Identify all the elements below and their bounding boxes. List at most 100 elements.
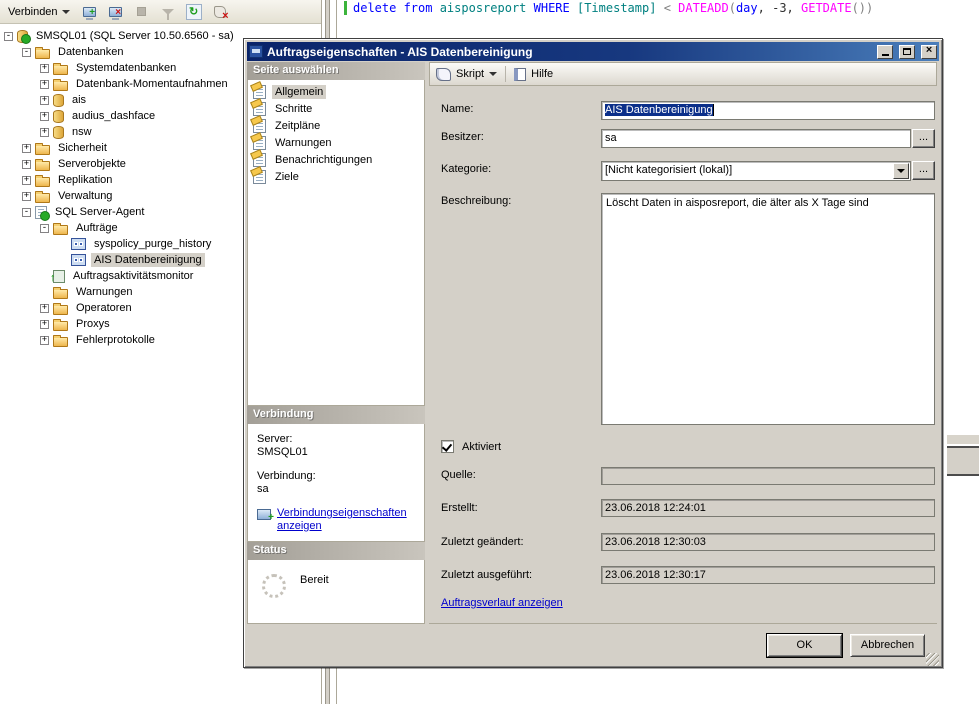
tree-item-label: AIS Datenbereinigung xyxy=(91,253,205,267)
connect-icon: + xyxy=(83,7,96,17)
category-label: Kategorie: xyxy=(441,163,491,175)
expand-icon[interactable]: + xyxy=(40,304,49,313)
tree-item-label: Auftragsaktivitätsmonitor xyxy=(70,269,196,283)
close-icon: × xyxy=(926,46,933,57)
page-item-zeitpl-ne[interactable]: Zeitpläne xyxy=(248,117,424,134)
dialog-title: Auftragseigenschaften - AIS Datenbereini… xyxy=(267,45,871,59)
connect-server-button[interactable]: + xyxy=(80,3,100,21)
connection-label: Verbindung: xyxy=(257,470,424,483)
script-icon xyxy=(436,68,451,81)
expand-icon[interactable]: + xyxy=(22,192,31,201)
toolbar-separator xyxy=(505,66,506,82)
close-button[interactable]: × xyxy=(921,45,937,59)
script-button[interactable]: Skript xyxy=(456,68,484,80)
db-icon xyxy=(53,110,64,123)
collapse-icon[interactable]: - xyxy=(22,208,31,217)
folder-icon xyxy=(53,337,68,347)
expand-icon[interactable]: + xyxy=(40,64,49,73)
category-select[interactable]: [Nicht kategorisiert (lokal)] xyxy=(601,161,911,181)
disconnect-server-button[interactable]: × xyxy=(106,3,126,21)
expand-icon[interactable]: + xyxy=(40,320,49,329)
job-history-link[interactable]: Auftragsverlauf anzeigen xyxy=(441,597,563,609)
agent-icon xyxy=(35,206,47,219)
dialog-content: Skript Hilfe Name: AIS Datenbereinigung … xyxy=(429,62,937,624)
resize-grip[interactable] xyxy=(926,653,939,666)
help-icon xyxy=(514,68,526,81)
collapse-icon[interactable]: - xyxy=(4,32,13,41)
page-item-warnungen[interactable]: Warnungen xyxy=(248,134,424,151)
tree-item-label: ais xyxy=(69,93,89,107)
modified-field: 23.06.2018 12:30:03 xyxy=(601,533,935,551)
tree-item-label: Datenbank-Momentaufnahmen xyxy=(73,77,231,91)
folder-icon xyxy=(53,225,68,235)
cancel-button[interactable]: Abbrechen xyxy=(850,634,925,657)
expand-icon[interactable]: + xyxy=(22,144,31,153)
category-dropdown-button[interactable] xyxy=(893,163,909,179)
maximize-icon xyxy=(903,48,911,55)
dialog-button-row: OK Abbrechen xyxy=(767,634,925,657)
page-item-allgemein[interactable]: Allgemein xyxy=(248,83,424,100)
enabled-label: Aktiviert xyxy=(462,441,501,453)
maximize-button[interactable] xyxy=(899,45,915,59)
text-cursor xyxy=(713,104,714,116)
expand-icon[interactable]: + xyxy=(40,112,49,121)
remove-filter-button[interactable] xyxy=(210,3,230,21)
page-item-label: Warnungen xyxy=(272,136,334,150)
script-dropdown-icon[interactable] xyxy=(489,72,497,76)
sql-query-line: delete from aisposreport WHERE [Timestam… xyxy=(353,1,873,15)
db-icon xyxy=(53,126,64,139)
category-browse-button[interactable]: ... xyxy=(912,161,935,180)
folder-icon xyxy=(35,161,50,171)
folder-icon xyxy=(53,321,68,331)
sql-token: < xyxy=(664,1,678,15)
modified-label: Zuletzt geändert: xyxy=(441,536,524,548)
page-icon xyxy=(253,85,266,99)
refresh-button[interactable]: ↻ xyxy=(184,3,204,21)
owner-browse-button[interactable]: ... xyxy=(912,129,935,148)
page-icon xyxy=(253,170,266,184)
created-label: Erstellt: xyxy=(441,502,478,514)
view-connection-properties-link[interactable]: Verbindungseigenschaften anzeigen xyxy=(277,507,424,533)
collapse-icon[interactable]: - xyxy=(22,48,31,57)
folder-icon xyxy=(53,305,68,315)
status-panel: Bereit xyxy=(247,560,425,624)
ok-button[interactable]: OK xyxy=(767,634,842,657)
chevron-down-icon xyxy=(897,169,905,173)
folder-icon xyxy=(53,289,68,299)
object-explorer-toolbar: Verbinden + × ↻ xyxy=(0,0,321,24)
collapse-icon[interactable]: - xyxy=(40,224,49,233)
sql-token: DATEADD xyxy=(678,1,729,15)
expand-icon[interactable]: + xyxy=(40,336,49,345)
help-button[interactable]: Hilfe xyxy=(531,68,553,80)
expand-icon[interactable]: + xyxy=(22,160,31,169)
minimize-button[interactable] xyxy=(877,45,893,59)
dialog-toolbar: Skript Hilfe xyxy=(429,62,937,86)
connection-header: Verbindung xyxy=(247,406,425,424)
page-item-benachrichtigungen[interactable]: Benachrichtigungen xyxy=(248,151,424,168)
filter-button xyxy=(158,3,178,21)
owner-input[interactable]: sa xyxy=(601,129,911,148)
connect-button[interactable]: Verbinden xyxy=(4,4,74,20)
description-textarea[interactable]: Löscht Daten in aisposreport, die älter … xyxy=(601,193,935,425)
connection-panel: Server: SMSQL01 Verbindung: sa Verbindun… xyxy=(247,424,425,542)
job-properties-dialog: Auftragseigenschaften - AIS Datenbereini… xyxy=(243,38,943,668)
page-icon xyxy=(253,136,266,150)
tree-item-label: Verwaltung xyxy=(55,189,115,203)
dialog-titlebar[interactable]: Auftragseigenschaften - AIS Datenbereini… xyxy=(247,42,939,61)
tree-item-label: Proxys xyxy=(73,317,113,331)
name-input[interactable]: AIS Datenbereinigung xyxy=(601,101,935,120)
connection-value: sa xyxy=(257,483,424,496)
page-item-ziele[interactable]: Ziele xyxy=(248,168,424,185)
expand-icon[interactable]: + xyxy=(40,128,49,137)
enabled-checkbox[interactable] xyxy=(441,440,454,453)
expand-icon[interactable]: + xyxy=(40,96,49,105)
owner-label: Besitzer: xyxy=(441,131,484,143)
page-icon xyxy=(253,153,266,167)
expand-icon[interactable]: + xyxy=(22,176,31,185)
tree-item-label: syspolicy_purge_history xyxy=(91,237,214,251)
dialog-body: Seite auswählen AllgemeinSchritteZeitplä… xyxy=(247,61,939,666)
background-splitter[interactable] xyxy=(947,446,979,476)
page-item-schritte[interactable]: Schritte xyxy=(248,100,424,117)
name-input-selected-text: AIS Datenbereinigung xyxy=(605,104,713,116)
expand-icon[interactable]: + xyxy=(40,80,49,89)
